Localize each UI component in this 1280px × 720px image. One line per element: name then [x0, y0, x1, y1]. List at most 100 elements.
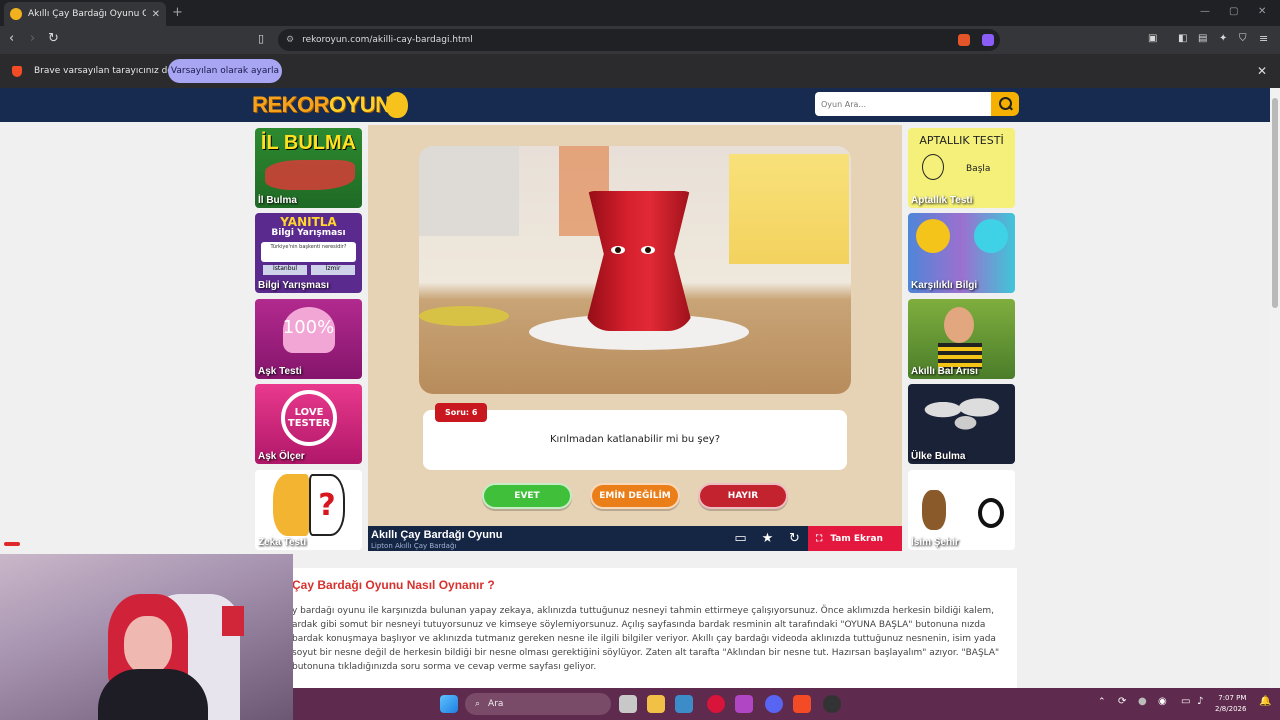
- tray-steam-icon[interactable]: ◉: [1158, 696, 1167, 707]
- tab-title: Akıllı Çay Bardağı Oyunu Oyna: [28, 9, 146, 19]
- minimize-icon[interactable]: —: [1200, 6, 1210, 17]
- game-search-box: [815, 92, 993, 116]
- how-to-play-article: Çay Bardağı Oyunu Nasıl Oynanır ? y bard…: [252, 568, 1017, 688]
- card-banner: YANITLA: [280, 215, 337, 229]
- leo-icon[interactable]: ▤: [1198, 32, 1207, 46]
- vpn-icon[interactable]: ⛉: [1239, 32, 1247, 46]
- game-card-karsilikli-bilgi[interactable]: Karşılıklı Bilgi: [908, 213, 1015, 293]
- menu-icon[interactable]: ≡: [1259, 32, 1268, 46]
- game-card-ask-olcer[interactable]: LOVE TESTER Aşk Ölçer: [255, 384, 362, 464]
- search-icon: ⌕: [475, 699, 481, 709]
- page-scrollbar[interactable]: [1270, 88, 1280, 688]
- comment-icon[interactable]: ▭: [727, 526, 754, 551]
- star-icon[interactable]: ★: [754, 526, 781, 551]
- opera-icon[interactable]: [707, 695, 725, 713]
- app-icon[interactable]: [735, 695, 753, 713]
- game-card-aptallik-testi[interactable]: APTALLIK TESTİ Başla Aptallık Testi: [908, 128, 1015, 208]
- infobar-close-icon[interactable]: ✕: [1257, 64, 1267, 78]
- game-card-ulke-bulma[interactable]: Ülke Bulma: [908, 384, 1015, 464]
- bookmark-icon[interactable]: ▯: [258, 32, 264, 46]
- search-button[interactable]: [991, 92, 1019, 116]
- clock-time: 7:07 PM: [1218, 694, 1247, 702]
- game-card-il-bulma[interactable]: İL BULMA İl Bulma: [255, 128, 362, 208]
- wallet-icon[interactable]: ▣: [1148, 32, 1157, 46]
- tea-glass: [584, 191, 694, 331]
- expand-icon: ⛶: [816, 533, 823, 544]
- discord-icon[interactable]: [765, 695, 783, 713]
- set-default-button[interactable]: Varsayılan olarak ayarla: [168, 59, 282, 83]
- taskbar-search[interactable]: ⌕ Ara: [465, 693, 611, 715]
- scrollbar-thumb[interactable]: [1272, 98, 1278, 308]
- fullscreen-label: Tam Ekran: [830, 533, 883, 544]
- question-box: Soru: 6 Kırılmadan katlanabilir mi bu şe…: [423, 403, 847, 470]
- tea-glass-video[interactable]: [419, 146, 851, 394]
- infobar-message: Brave varsayılan tarayıcınız değil: [34, 66, 184, 76]
- card-subtitle: Başla: [966, 164, 991, 174]
- hayir-button[interactable]: HAYIR: [698, 483, 788, 509]
- close-window-icon[interactable]: ✕: [1258, 6, 1266, 17]
- forward-icon[interactable]: ›: [30, 32, 35, 46]
- file-explorer-icon[interactable]: [647, 695, 665, 713]
- game-card-akilli-bal-arisi[interactable]: Akıllı Bal Arısı: [908, 299, 1015, 379]
- world-map: [916, 392, 1006, 436]
- maximize-icon[interactable]: ▢: [1229, 6, 1238, 17]
- logo-part-b: OYUN: [328, 92, 391, 117]
- fullscreen-button[interactable]: ⛶ Tam Ekran: [808, 526, 902, 551]
- close-tab-icon[interactable]: ✕: [152, 9, 160, 20]
- site-header: REKOROYUN: [0, 88, 1270, 122]
- game-title: Akıllı Çay Bardağı Oyunu: [371, 529, 503, 541]
- evet-button[interactable]: EVET: [482, 483, 572, 509]
- trophy-mascot-icon: [386, 92, 408, 118]
- reload-icon[interactable]: ↻: [48, 32, 59, 46]
- tray-chevron-icon[interactable]: ⌃: [1098, 697, 1106, 707]
- brave-shields-icon[interactable]: [958, 34, 970, 46]
- volume-icon[interactable]: ♪: [1197, 696, 1203, 707]
- brave-rewards-icon[interactable]: [982, 34, 994, 46]
- new-tab-icon[interactable]: +: [172, 5, 183, 20]
- monkey-icon: [922, 490, 946, 530]
- card-label: Ülke Bulma: [911, 451, 966, 462]
- card-question: Türkiye'nin başkenti neresidir?: [261, 242, 356, 262]
- notification-icon[interactable]: 🔔: [1259, 696, 1271, 707]
- game-card-isim-sehir[interactable]: İsim Şehir: [908, 470, 1015, 550]
- start-icon[interactable]: [440, 695, 458, 713]
- wall-flag: [222, 606, 244, 636]
- card-subtitle: Bilgi Yarışması: [271, 228, 346, 238]
- card-banner: LOVE TESTER: [287, 407, 331, 429]
- back-icon[interactable]: ‹: [9, 32, 14, 46]
- bg-window: [419, 146, 519, 236]
- game-card-zeka-testi[interactable]: ? Zeka Testi: [255, 470, 362, 550]
- obs-icon[interactable]: [823, 695, 841, 713]
- card-label: Zeka Testi: [258, 537, 307, 548]
- logo-part-a: REKOR: [252, 92, 329, 117]
- game-search-input[interactable]: [821, 99, 981, 109]
- card-option-2: İzmir: [311, 265, 355, 275]
- browser-tab[interactable]: Akıllı Çay Bardağı Oyunu Oyna ✕: [4, 2, 166, 26]
- address-bar[interactable]: ⚙ rekoroyun.com/akilli-cay-bardagi.html: [278, 29, 1000, 51]
- task-view-icon[interactable]: [619, 695, 637, 713]
- clock[interactable]: 7:07 PM 2/8/2026: [1215, 693, 1246, 715]
- game-card-bilgi-yarismasi[interactable]: YANITLA Bilgi Yarışması Türkiye'nin başk…: [255, 213, 362, 293]
- game-card-ask-testi[interactable]: 100% Aşk Testi: [255, 299, 362, 379]
- browser-tab-bar: Akıllı Çay Bardağı Oyunu Oyna ✕ + — ▢ ✕: [0, 0, 1280, 26]
- article-body: y bardağı oyunu ile karşınızda bulunan y…: [292, 606, 1000, 672]
- emin-degilim-button[interactable]: EMİN DEĞİLİM: [590, 483, 680, 509]
- tray-sync-icon[interactable]: ⟳: [1118, 696, 1126, 707]
- card-label: Aptallık Testi: [911, 195, 973, 206]
- sidebar-icon[interactable]: ◧: [1178, 32, 1187, 46]
- store-icon[interactable]: [675, 695, 693, 713]
- panda-icon: [978, 498, 1004, 528]
- brave-icon[interactable]: [793, 695, 811, 713]
- right-eye-icon: [641, 246, 655, 254]
- restart-icon[interactable]: ↻: [781, 526, 808, 551]
- yellow-player-icon: [916, 219, 950, 253]
- card-label: İsim Şehir: [911, 537, 959, 548]
- site-logo[interactable]: REKOROYUN: [252, 92, 391, 118]
- network-icon[interactable]: ▭: [1181, 696, 1190, 707]
- tray-app-icon[interactable]: ●: [1138, 696, 1147, 707]
- browser-toolbar: ‹ › ↻ ▯ ⚙ rekoroyun.com/akilli-cay-barda…: [0, 26, 1280, 54]
- ai-icon[interactable]: ✦: [1219, 32, 1227, 46]
- site-info-icon[interactable]: ⚙: [286, 35, 294, 45]
- card-label: Bilgi Yarışması: [258, 280, 329, 291]
- left-eye-icon: [611, 246, 625, 254]
